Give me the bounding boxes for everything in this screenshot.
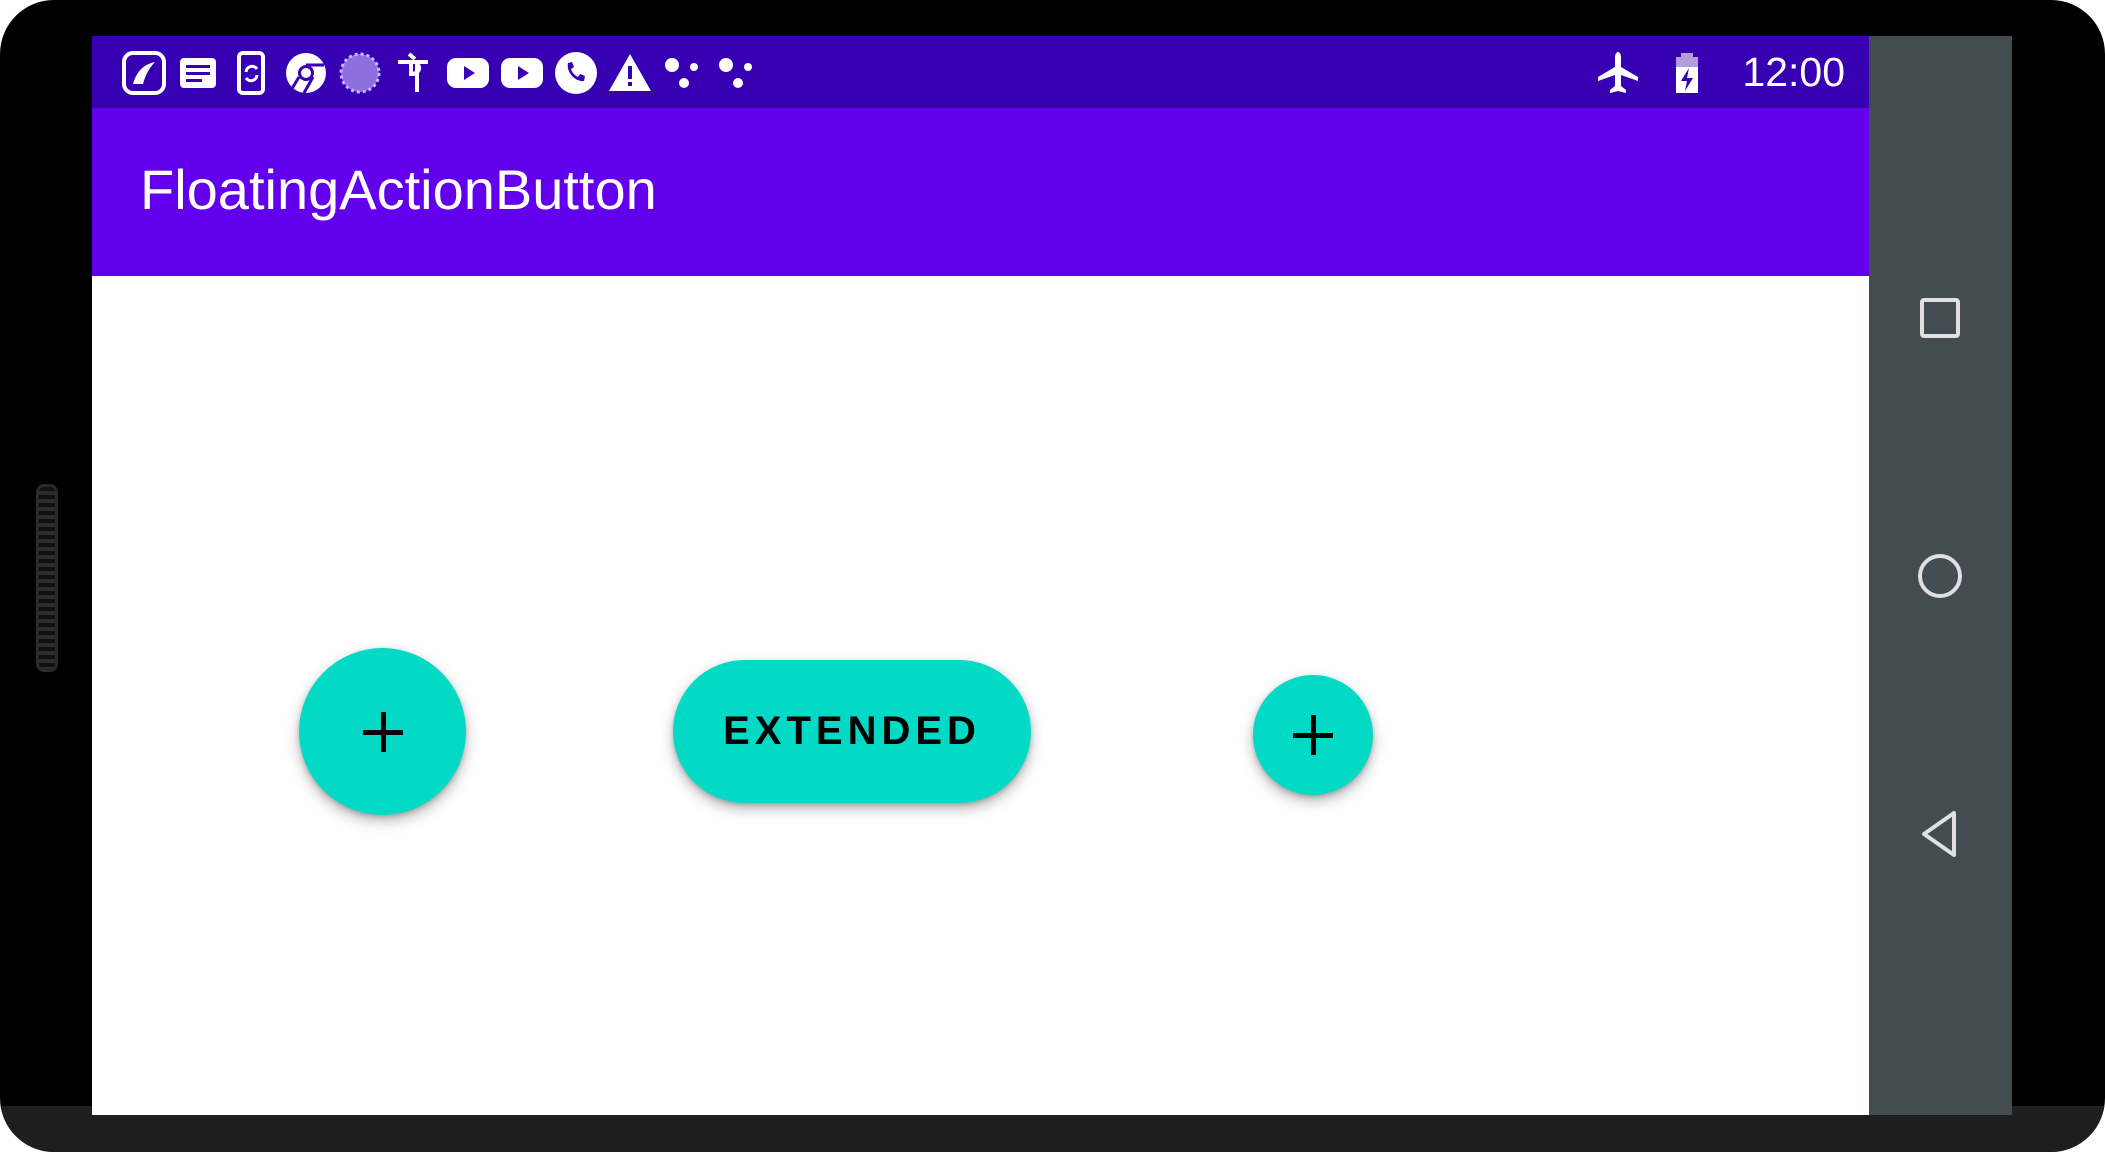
screen: 12:00 FloatingActionButton EXTENDED	[92, 36, 1869, 1115]
phone-sync-icon	[229, 50, 275, 96]
dots-icon	[661, 50, 707, 96]
status-time: 12:00	[1742, 49, 1845, 95]
recents-square-icon	[1920, 298, 1960, 338]
dots-icon	[715, 50, 761, 96]
status-bar: 12:00	[92, 36, 1869, 108]
plus-icon	[362, 711, 403, 752]
home-circle-icon	[1918, 554, 1962, 598]
loading-circle-icon	[337, 50, 383, 96]
back-button[interactable]	[1904, 798, 1976, 870]
home-button[interactable]	[1904, 540, 1976, 612]
phonepe-icon	[391, 50, 437, 96]
news-icon	[175, 50, 221, 96]
navigation-bar	[1869, 36, 2012, 1115]
content-area: EXTENDED	[92, 276, 1869, 1115]
fab-normal-button[interactable]	[299, 648, 466, 815]
battery-charging-icon	[1664, 50, 1710, 96]
back-triangle-icon	[1922, 811, 1956, 857]
youtube-icon	[499, 50, 545, 96]
app-bar: FloatingActionButton	[92, 108, 1869, 276]
device-frame: 12:00 FloatingActionButton EXTENDED	[0, 0, 2105, 1152]
airplane-icon	[1595, 50, 1641, 96]
device-side-button	[36, 484, 58, 672]
chrome-icon	[283, 50, 329, 96]
fab-extended-button[interactable]: EXTENDED	[673, 660, 1031, 803]
fab-mini-button[interactable]	[1253, 675, 1373, 795]
warning-icon	[607, 50, 653, 96]
phone-call-icon	[553, 50, 599, 96]
recents-button[interactable]	[1904, 282, 1976, 354]
app-title: FloatingActionButton	[140, 158, 657, 221]
youtube-icon	[445, 50, 491, 96]
fab-extended-label: EXTENDED	[723, 709, 981, 753]
saavn-icon	[121, 50, 167, 96]
plus-icon	[1293, 715, 1333, 755]
